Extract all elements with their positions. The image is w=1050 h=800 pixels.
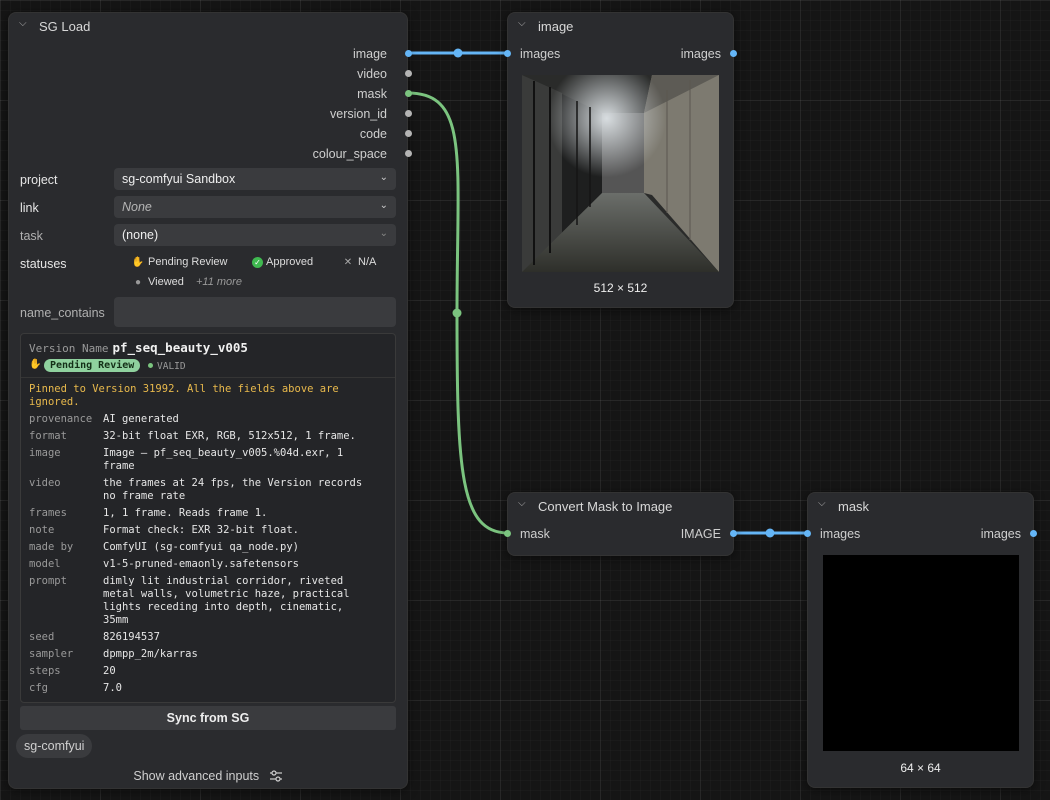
output-images-label: images [980, 527, 1021, 541]
input-images-label: images [520, 47, 561, 61]
input-images-label: images [820, 527, 861, 541]
chevron-down-icon: ⌄ [379, 172, 388, 183]
sg-load-header[interactable]: ⌵ SG Load [9, 13, 407, 39]
output-version-id-label: version_id [330, 107, 387, 121]
output-video-label: video [357, 67, 387, 81]
chevron-down-icon[interactable]: ⌵ [818, 498, 826, 509]
mask-link[interactable] [407, 91, 509, 535]
output-image-label: IMAGE [680, 527, 721, 541]
check-icon: ✓ [252, 257, 263, 268]
status-viewed[interactable]: ● Viewed [131, 276, 184, 288]
chevron-down-icon[interactable]: ⌵ [518, 18, 526, 29]
sliders-icon [269, 770, 283, 785]
mask-preview-node[interactable]: ⌵ mask images images 64 × 64 [804, 492, 1037, 788]
task-select[interactable]: (none) ⌄ [114, 224, 396, 246]
version-name-row: Version Name pf_seq_beauty_v005 [29, 340, 248, 355]
version-info-panel: Version Name pf_seq_beauty_v005 ✋ Pending… [20, 333, 396, 703]
chevron-down-icon: ⌄ [379, 228, 388, 239]
chevron-down-icon: ⌄ [379, 200, 388, 211]
output-image-label: image [352, 47, 387, 61]
output-code-slot[interactable] [405, 130, 412, 137]
version-name: pf_seq_beauty_v005 [112, 340, 248, 355]
output-video-slot[interactable] [405, 70, 412, 77]
input-mask-slot[interactable] [504, 530, 511, 537]
output-code-label: code [359, 127, 387, 141]
name-contains-label: name_contains [20, 306, 105, 320]
name-contains-input[interactable] [114, 297, 396, 327]
pinned-warning: Pinned to Version 31992. All the fields … [29, 383, 339, 408]
image-preview-node[interactable]: ⌵ image images images 512 × 512 [504, 12, 737, 308]
output-images-label: images [680, 47, 721, 61]
input-images-slot[interactable] [804, 530, 811, 537]
convert-node-header[interactable]: ⌵ Convert Mask to Image [508, 493, 733, 519]
show-advanced-inputs-label: Show advanced inputs [133, 769, 260, 783]
link-select[interactable]: None ⌄ [114, 196, 396, 218]
statuses-label: statuses [20, 257, 67, 271]
project-value: sg-comfyui Sandbox [122, 172, 236, 186]
convert-node-title: Convert Mask to Image [538, 499, 673, 514]
output-images-slot[interactable] [1030, 530, 1037, 537]
output-colour-space-slot[interactable] [405, 150, 412, 157]
output-version-id-slot[interactable] [405, 110, 412, 117]
image-link-midpoint[interactable] [453, 48, 463, 58]
output-mask-label: mask [357, 87, 387, 101]
status-badge: Pending Review [44, 359, 141, 372]
image-dimensions: 512 × 512 [593, 281, 648, 295]
link-label: link [20, 201, 39, 215]
project-label: project [20, 173, 58, 187]
mask-dimensions: 64 × 64 [900, 761, 941, 775]
tag-chip[interactable]: sg-comfyui [16, 734, 93, 758]
hand-icon: ✋ [29, 359, 42, 370]
mask-link-midpoint[interactable] [452, 308, 462, 318]
output-image-slot[interactable] [405, 50, 412, 57]
output-colour-space-label: colour_space [312, 147, 387, 161]
valid-dot-icon [148, 363, 153, 368]
mask-node-header[interactable]: ⌵ mask [808, 493, 1033, 519]
output-mask-slot[interactable] [405, 90, 412, 97]
output-images-slot[interactable] [730, 50, 737, 57]
image-node-title: image [538, 19, 574, 34]
convert-mask-to-image-node[interactable]: ⌵ Convert Mask to Image mask IMAGE [504, 492, 737, 556]
dot-icon: ● [134, 277, 142, 288]
hand-icon: ✋ [131, 257, 145, 268]
sg-load-node[interactable]: ⌵ SG Load image video mask version_id co… [8, 12, 412, 789]
sg-load-title: SG Load [39, 19, 91, 34]
statuses-more-link[interactable]: +11 more [196, 276, 242, 288]
status-approved[interactable]: ✓ Approved [252, 256, 313, 268]
status-pending-review[interactable]: ✋ Pending Review [131, 256, 228, 268]
link-value: None [122, 200, 152, 214]
chevron-down-icon[interactable]: ⌵ [19, 18, 27, 29]
divider [21, 377, 395, 378]
convert-link-midpoint[interactable] [765, 528, 775, 538]
input-mask-label: mask [520, 527, 550, 541]
show-advanced-inputs-button[interactable]: Show advanced inputs [9, 769, 407, 785]
project-select[interactable]: sg-comfyui Sandbox ⌄ [114, 168, 396, 190]
image-node-header[interactable]: ⌵ image [508, 13, 733, 39]
mask-node-title: mask [838, 499, 870, 514]
input-images-slot[interactable] [504, 50, 511, 57]
sync-from-sg-button[interactable]: Sync from SG [20, 706, 396, 730]
valid-indicator: VALID [148, 361, 186, 372]
mask-image-preview [823, 555, 1019, 751]
chevron-down-icon[interactable]: ⌵ [518, 498, 526, 509]
task-label: task [20, 229, 43, 243]
output-image-slot[interactable] [730, 530, 737, 537]
status-na[interactable]: ✕ N/A [341, 256, 377, 268]
cross-icon: ✕ [343, 257, 353, 268]
task-value: (none) [122, 228, 159, 242]
corridor-image-preview [522, 75, 719, 272]
